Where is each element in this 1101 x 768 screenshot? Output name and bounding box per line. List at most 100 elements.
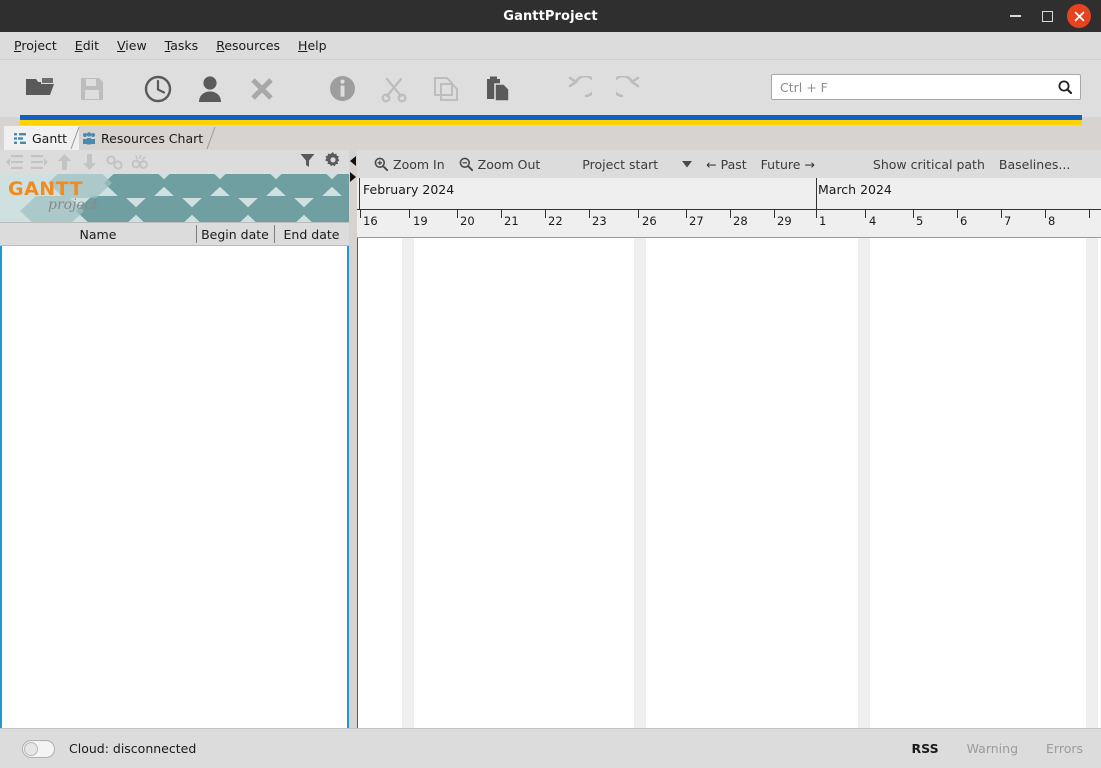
day-label: 16 xyxy=(363,214,378,228)
day-label: 8 xyxy=(1048,214,1056,228)
column-header-end-date[interactable]: End date xyxy=(274,223,349,245)
chart-timeline-header[interactable]: February 2024 March 2024 16 19 20 21 22 23 26 27… xyxy=(357,178,1101,238)
day-tick xyxy=(457,210,458,218)
triangle-right-icon[interactable] xyxy=(350,156,356,166)
flag-strip xyxy=(20,115,1082,125)
chart-panel: Zoom In Zoom Out Project start ← Past Fu… xyxy=(357,150,1101,728)
menu-tasks[interactable]: Tasks xyxy=(156,34,208,57)
task-panel: GANTT project Name Begin date End date xyxy=(0,150,349,768)
status-bar: Cloud: disconnected RSS Warning Errors xyxy=(0,728,1101,768)
warning-button[interactable]: Warning xyxy=(967,741,1018,756)
day-tick xyxy=(589,210,590,218)
triangle-left-icon[interactable] xyxy=(350,172,356,182)
menu-project[interactable]: Project xyxy=(5,34,66,57)
new-resource-button[interactable] xyxy=(184,63,236,115)
cloud-status-label: Cloud: disconnected xyxy=(69,741,197,756)
menu-tasks-label: asks xyxy=(170,38,199,53)
copy-button[interactable] xyxy=(420,63,472,115)
properties-button[interactable] xyxy=(316,63,368,115)
filter-tasks-button[interactable] xyxy=(300,153,315,172)
task-table-body[interactable] xyxy=(0,246,349,768)
day-label: 4 xyxy=(869,214,877,228)
column-header-begin-date[interactable]: Begin date xyxy=(196,223,274,245)
column-header-name[interactable]: Name xyxy=(0,223,196,245)
errors-button[interactable]: Errors xyxy=(1046,741,1083,756)
day-tick xyxy=(409,210,410,218)
undo-arrow-icon xyxy=(568,75,592,97)
day-tick xyxy=(774,210,775,218)
search-icon[interactable] xyxy=(1058,80,1072,94)
outdent-task-button[interactable] xyxy=(2,151,27,173)
unlink-tasks-button[interactable] xyxy=(127,151,152,173)
redo-button[interactable] xyxy=(604,63,656,115)
menu-project-label: roject xyxy=(21,38,57,53)
menu-resources[interactable]: Resources xyxy=(207,34,289,57)
tab-gantt[interactable]: Gantt xyxy=(4,126,80,150)
show-critical-path-button[interactable]: Show critical path xyxy=(866,157,992,172)
move-task-down-button[interactable] xyxy=(77,151,102,173)
scroll-target-select[interactable]: Project start xyxy=(575,157,699,172)
zoom-in-icon xyxy=(374,157,388,171)
panel-splitter[interactable] xyxy=(349,150,357,728)
delete-button[interactable] xyxy=(236,63,288,115)
future-button[interactable]: Future → xyxy=(754,157,822,172)
undo-button[interactable] xyxy=(552,63,604,115)
day-label: 7 xyxy=(1004,214,1012,228)
baselines-button[interactable]: Baselines... xyxy=(992,157,1077,172)
day-label: 26 xyxy=(642,214,657,228)
month-tick xyxy=(816,178,817,210)
timeline-months-row: February 2024 March 2024 xyxy=(357,178,1101,210)
zoom-out-button[interactable]: Zoom Out xyxy=(452,157,548,172)
cut-button[interactable] xyxy=(368,63,420,115)
day-label: 1 xyxy=(819,214,827,228)
window-controls xyxy=(999,0,1095,32)
person-icon xyxy=(199,75,221,102)
zoom-out-label: Zoom Out xyxy=(477,156,541,172)
zoom-in-button[interactable]: Zoom In xyxy=(367,157,452,172)
maximize-button[interactable] xyxy=(1031,0,1063,32)
gear-icon xyxy=(325,152,340,167)
day-tick xyxy=(360,210,361,218)
table-settings-button[interactable] xyxy=(325,152,341,172)
clock-icon xyxy=(144,75,172,102)
search-box[interactable] xyxy=(771,74,1081,100)
day-tick xyxy=(638,210,639,218)
rss-button[interactable]: RSS xyxy=(912,741,939,756)
close-button[interactable] xyxy=(1063,0,1095,32)
month-tick xyxy=(359,178,360,210)
gantt-chart-area[interactable] xyxy=(357,238,1101,728)
open-project-button[interactable] xyxy=(14,63,66,115)
task-table-header: Name Begin date End date xyxy=(0,222,349,246)
minimize-button[interactable] xyxy=(999,0,1031,32)
paste-button[interactable] xyxy=(472,63,524,115)
tab-resources-chart[interactable]: Resources Chart xyxy=(72,126,216,150)
save-project-button[interactable] xyxy=(66,63,118,115)
menu-help[interactable]: Help xyxy=(289,34,336,57)
weekend-band xyxy=(634,238,646,728)
maximize-icon xyxy=(1041,10,1053,22)
search-input[interactable] xyxy=(780,79,1058,95)
minimize-icon xyxy=(1009,15,1021,17)
resources-icon xyxy=(83,131,95,144)
past-label: ← Past xyxy=(706,156,747,172)
timeline-days-row: 16 19 20 21 22 23 26 27 28 29 1 4 5 6 7 8 xyxy=(357,210,1101,238)
move-task-up-button[interactable] xyxy=(52,151,77,173)
outdent-icon xyxy=(6,155,23,169)
baselines-label: Baselines... xyxy=(998,156,1071,172)
day-tick xyxy=(957,210,958,218)
menu-view[interactable]: View xyxy=(108,34,156,57)
indent-task-button[interactable] xyxy=(27,151,52,173)
info-circle-icon xyxy=(329,76,355,101)
task-toolbar-right xyxy=(300,150,341,174)
menu-edit[interactable]: Edit xyxy=(66,34,108,57)
cloud-toggle[interactable] xyxy=(22,739,55,758)
window-title: GanttProject xyxy=(503,8,598,24)
unlink-icon xyxy=(131,154,148,169)
gantt-logo-banner: GANTT project xyxy=(0,174,349,222)
past-button[interactable]: ← Past xyxy=(699,157,754,172)
future-label: Future → xyxy=(760,156,815,172)
link-tasks-button[interactable] xyxy=(102,151,127,173)
new-task-button[interactable] xyxy=(132,63,184,115)
day-tick xyxy=(501,210,502,218)
folder-open-icon xyxy=(26,77,54,95)
